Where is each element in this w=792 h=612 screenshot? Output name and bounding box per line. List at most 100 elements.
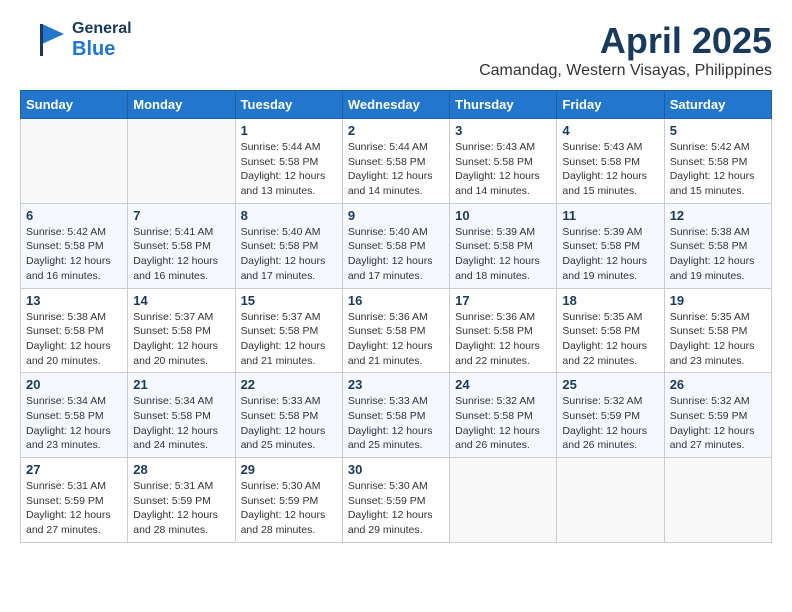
day-info: Sunrise: 5:33 AMSunset: 5:58 PMDaylight:… [241, 394, 337, 453]
day-number: 15 [241, 293, 337, 308]
day-info: Sunrise: 5:32 AMSunset: 5:58 PMDaylight:… [455, 394, 551, 453]
calendar-cell: 23 Sunrise: 5:33 AMSunset: 5:58 PMDayligh… [342, 373, 449, 458]
calendar-cell: 12 Sunrise: 5:38 AMSunset: 5:58 PMDayligh… [664, 203, 771, 288]
calendar-cell: 18Sunrise: 5:35 AMSunset: 5:58 PMDayligh… [557, 288, 664, 373]
calendar-cell: 30 Sunrise: 5:30 AMSunset: 5:59 PMDayligh… [342, 458, 449, 543]
day-number: 4 [562, 123, 658, 138]
header-thursday: Thursday [450, 91, 557, 119]
day-info: Sunrise: 5:33 AMSunset: 5:58 PMDaylight:… [348, 394, 444, 453]
day-info: Sunrise: 5:31 AMSunset: 5:59 PMDaylight:… [133, 479, 229, 538]
day-number: 21 [133, 377, 229, 392]
calendar-cell: 1 Sunrise: 5:44 AMSunset: 5:58 PMDaylight… [235, 119, 342, 204]
calendar-cell [664, 458, 771, 543]
day-number: 11 [562, 208, 658, 223]
day-number: 5 [670, 123, 766, 138]
day-number: 22 [241, 377, 337, 392]
calendar-cell: 15 Sunrise: 5:37 AMSunset: 5:58 PMDayligh… [235, 288, 342, 373]
calendar-cell: 29 Sunrise: 5:30 AMSunset: 5:59 PMDayligh… [235, 458, 342, 543]
month-title: April 2025 [479, 20, 772, 62]
header-friday: Friday [557, 91, 664, 119]
day-info: Sunrise: 5:32 AMSunset: 5:59 PMDaylight:… [670, 394, 766, 453]
day-number: 16 [348, 293, 444, 308]
day-info: Sunrise: 5:35 AMSunset: 5:58 PMDaylight:… [562, 310, 658, 369]
day-info: Sunrise: 5:34 AMSunset: 5:58 PMDaylight:… [26, 394, 122, 453]
day-info: Sunrise: 5:40 AMSunset: 5:58 PMDaylight:… [241, 225, 337, 284]
logo: General Blue [20, 20, 132, 60]
day-info: Sunrise: 5:43 AMSunset: 5:58 PMDaylight:… [455, 140, 551, 199]
calendar-cell [128, 119, 235, 204]
calendar-cell: 6 Sunrise: 5:42 AMSunset: 5:58 PMDaylight… [21, 203, 128, 288]
calendar-cell: 7 Sunrise: 5:41 AMSunset: 5:58 PMDaylight… [128, 203, 235, 288]
day-number: 9 [348, 208, 444, 223]
day-number: 8 [241, 208, 337, 223]
day-info: Sunrise: 5:38 AMSunset: 5:58 PMDaylight:… [26, 310, 122, 369]
title-area: April 2025 Camandag, Western Visayas, Ph… [479, 20, 772, 80]
calendar-cell: 14 Sunrise: 5:37 AMSunset: 5:58 PMDayligh… [128, 288, 235, 373]
day-number: 29 [241, 462, 337, 477]
header-saturday: Saturday [664, 91, 771, 119]
calendar-cell: 24 Sunrise: 5:32 AMSunset: 5:58 PMDayligh… [450, 373, 557, 458]
day-number: 20 [26, 377, 122, 392]
calendar-cell: 28 Sunrise: 5:31 AMSunset: 5:59 PMDayligh… [128, 458, 235, 543]
day-info: Sunrise: 5:30 AMSunset: 5:59 PMDaylight:… [241, 479, 337, 538]
logo-icon [20, 20, 68, 60]
calendar-cell: 25 Sunrise: 5:32 AMSunset: 5:59 PMDayligh… [557, 373, 664, 458]
day-info: Sunrise: 5:31 AMSunset: 5:59 PMDaylight:… [26, 479, 122, 538]
calendar-cell: 17 Sunrise: 5:36 AMSunset: 5:58 PMDayligh… [450, 288, 557, 373]
day-number: 28 [133, 462, 229, 477]
day-number: 1 [241, 123, 337, 138]
day-info: Sunrise: 5:30 AMSunset: 5:59 PMDaylight:… [348, 479, 444, 538]
day-number: 30 [348, 462, 444, 477]
day-number: 6 [26, 208, 122, 223]
day-info: Sunrise: 5:44 AMSunset: 5:58 PMDaylight:… [241, 140, 337, 199]
header-monday: Monday [128, 91, 235, 119]
day-info: Sunrise: 5:40 AMSunset: 5:58 PMDaylight:… [348, 225, 444, 284]
location-title: Camandag, Western Visayas, Philippines [479, 62, 772, 80]
day-info: Sunrise: 5:41 AMSunset: 5:58 PMDaylight:… [133, 225, 229, 284]
calendar-cell: 8 Sunrise: 5:40 AMSunset: 5:58 PMDaylight… [235, 203, 342, 288]
calendar-cell: 3Sunrise: 5:43 AMSunset: 5:58 PMDaylight… [450, 119, 557, 204]
calendar-header-row: SundayMondayTuesdayWednesdayThursdayFrid… [21, 91, 772, 119]
day-info: Sunrise: 5:39 AMSunset: 5:58 PMDaylight:… [562, 225, 658, 284]
header-sunday: Sunday [21, 91, 128, 119]
page-header: General Blue April 2025 Camandag, Wester… [20, 20, 772, 80]
day-info: Sunrise: 5:32 AMSunset: 5:59 PMDaylight:… [562, 394, 658, 453]
calendar-table: SundayMondayTuesdayWednesdayThursdayFrid… [20, 90, 772, 543]
calendar-cell: 16 Sunrise: 5:36 AMSunset: 5:58 PMDayligh… [342, 288, 449, 373]
calendar-cell: 5Sunrise: 5:42 AMSunset: 5:58 PMDaylight… [664, 119, 771, 204]
calendar-cell: 20 Sunrise: 5:34 AMSunset: 5:58 PMDayligh… [21, 373, 128, 458]
day-info: Sunrise: 5:36 AMSunset: 5:58 PMDaylight:… [348, 310, 444, 369]
logo-general-text: General [72, 20, 132, 38]
day-info: Sunrise: 5:35 AMSunset: 5:58 PMDaylight:… [670, 310, 766, 369]
calendar-cell [21, 119, 128, 204]
day-info: Sunrise: 5:38 AMSunset: 5:58 PMDaylight:… [670, 225, 766, 284]
day-info: Sunrise: 5:39 AMSunset: 5:58 PMDaylight:… [455, 225, 551, 284]
day-number: 24 [455, 377, 551, 392]
day-info: Sunrise: 5:37 AMSunset: 5:58 PMDaylight:… [133, 310, 229, 369]
calendar-cell: 26 Sunrise: 5:32 AMSunset: 5:59 PMDayligh… [664, 373, 771, 458]
day-number: 23 [348, 377, 444, 392]
day-number: 25 [562, 377, 658, 392]
calendar-cell: 9 Sunrise: 5:40 AMSunset: 5:58 PMDaylight… [342, 203, 449, 288]
day-number: 12 [670, 208, 766, 223]
day-number: 26 [670, 377, 766, 392]
day-number: 7 [133, 208, 229, 223]
week-row-1: 1 Sunrise: 5:44 AMSunset: 5:58 PMDaylight… [21, 119, 772, 204]
day-info: Sunrise: 5:42 AMSunset: 5:58 PMDaylight:… [26, 225, 122, 284]
week-row-3: 13Sunrise: 5:38 AMSunset: 5:58 PMDayligh… [21, 288, 772, 373]
day-number: 17 [455, 293, 551, 308]
calendar-cell: 2Sunrise: 5:44 AMSunset: 5:58 PMDaylight… [342, 119, 449, 204]
day-info: Sunrise: 5:43 AMSunset: 5:58 PMDaylight:… [562, 140, 658, 199]
day-info: Sunrise: 5:36 AMSunset: 5:58 PMDaylight:… [455, 310, 551, 369]
calendar-cell: 22 Sunrise: 5:33 AMSunset: 5:58 PMDayligh… [235, 373, 342, 458]
calendar-cell: 19 Sunrise: 5:35 AMSunset: 5:58 PMDayligh… [664, 288, 771, 373]
day-info: Sunrise: 5:37 AMSunset: 5:58 PMDaylight:… [241, 310, 337, 369]
logo-text: General Blue [72, 20, 132, 60]
calendar-cell: 10Sunrise: 5:39 AMSunset: 5:58 PMDayligh… [450, 203, 557, 288]
week-row-2: 6 Sunrise: 5:42 AMSunset: 5:58 PMDaylight… [21, 203, 772, 288]
day-number: 14 [133, 293, 229, 308]
day-number: 19 [670, 293, 766, 308]
week-row-4: 20 Sunrise: 5:34 AMSunset: 5:58 PMDayligh… [21, 373, 772, 458]
calendar-cell [557, 458, 664, 543]
calendar-cell: 21Sunrise: 5:34 AMSunset: 5:58 PMDayligh… [128, 373, 235, 458]
